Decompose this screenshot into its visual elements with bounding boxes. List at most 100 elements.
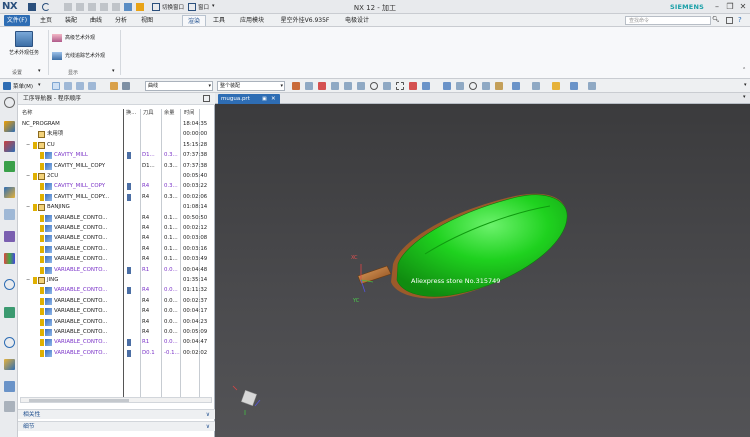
operation-row[interactable]: VARIABLE_CONTO... R4 0.1... 00:02:12 [18,223,207,233]
history-icon[interactable] [4,307,15,318]
tab-application[interactable]: 应用模块 [234,15,270,26]
help-icon[interactable]: ? [738,16,742,24]
toolbar-overflow-icon[interactable]: ▾ [744,82,747,88]
machine-tool-navigator-icon[interactable] [4,209,15,220]
tree-row[interactable]: 未用项 00:00:00 [18,129,207,139]
tab-electrode-design[interactable]: 电极设计 [340,15,374,26]
general-filter-icon[interactable] [122,82,130,90]
close-button[interactable]: ✕ [738,2,748,12]
tab-curve[interactable]: 曲线 [85,15,107,26]
menu-icon[interactable] [3,82,11,90]
group-expand-icon[interactable]: ▾ [112,68,115,74]
operation-row[interactable]: VARIABLE_CONTO... R4 0.1... 00:03:08 [18,233,207,243]
ray-tracing-artistic-button[interactable]: 光线追踪艺术外观 [52,51,105,61]
feature-group-navigator-icon[interactable] [4,231,15,242]
operation-navigator-icon[interactable] [4,187,15,198]
fit-view-icon[interactable] [443,82,451,90]
operation-row[interactable]: CAVITY_MILL_COPY D1... 0.3... 07:37:38 [18,161,207,171]
operation-row[interactable]: VARIABLE_CONTO... R1 0.0... 00:04:47 [18,337,207,347]
tab-home[interactable]: 主页 [36,15,56,26]
part-navigator-icon[interactable] [4,121,15,132]
collapse-icon[interactable]: − [26,171,33,179]
operation-row[interactable]: VARIABLE_CONTO... R4 0.0... 00:02:37 [18,296,207,306]
search-icon[interactable]: 🔍︎ [712,16,720,23]
assembly-navigator-icon[interactable] [4,141,15,152]
process-studio-icon[interactable] [4,381,15,392]
control-point-icon[interactable] [344,82,352,90]
operation-row[interactable]: VARIABLE_CONTO... R4 0.1... 00:50:50 [18,213,207,223]
command-search-input[interactable]: 查找命令 [625,16,711,25]
tab-render[interactable]: 渲染 [182,15,206,26]
deselect-icon[interactable] [88,82,96,90]
arc-center-icon[interactable] [370,82,378,90]
minimize-button[interactable]: – [712,2,722,12]
operation-row[interactable]: CAVITY_MILL D1... 0.3... 07:37:38 [18,150,207,160]
layer-icon[interactable] [552,82,560,90]
clock-icon[interactable] [4,337,15,348]
orient-view-icon[interactable] [532,82,540,90]
type-filter-dropdown[interactable]: 曲线 ▾ [145,81,213,91]
collapse-icon[interactable]: − [26,275,33,283]
operation-row[interactable]: VARIABLE_CONTO... D0.1 -0.1... 00:02:02 [18,348,207,358]
operation-row[interactable]: VARIABLE_CONTO... R4 0.0... 00:04:23 [18,317,207,327]
select-filter-icon[interactable] [64,82,72,90]
reuse-library-icon[interactable] [4,253,15,264]
constraint-navigator-icon[interactable] [4,161,15,172]
zoom-icon[interactable] [456,82,464,90]
quadrant-icon[interactable] [383,82,391,90]
column-tool-change[interactable]: 换... [126,109,136,118]
column-time[interactable]: 时间 [184,109,194,118]
tab-view[interactable]: 视图 [136,15,158,26]
settings-gear-icon[interactable] [4,97,15,108]
menu-button[interactable]: 菜单(M) [13,82,33,90]
pan-icon[interactable] [482,82,490,90]
program-group-row[interactable]: − 2CU 00:05:40 [18,171,207,181]
restore-button[interactable]: ❐ [725,2,735,12]
ribbon-collapse-icon[interactable]: ⌃ [742,67,746,73]
clip-section-icon[interactable] [570,82,578,90]
tree-row[interactable]: NC_PROGRAM 18:04:35 [18,119,207,129]
tab-part-file[interactable]: mugua.prt ▣ ✕ [218,94,280,104]
web-browser-icon[interactable] [4,279,15,290]
operation-row[interactable]: VARIABLE_CONTO... R4 0.0... 00:05:09 [18,327,207,337]
endpoint-icon[interactable] [318,82,326,90]
navigator-maximize-icon[interactable] [203,95,210,102]
operation-row[interactable]: CAVITY_MILL_COPY... R4 0.3... 00:02:06 [18,192,207,202]
system-materials-icon[interactable] [4,359,15,370]
group-expand-icon[interactable]: ▾ [38,68,41,74]
operation-row[interactable]: VARIABLE_CONTO... R1 0.0... 00:04:48 [18,265,207,275]
tab-list-icon[interactable]: ▾ [743,94,746,100]
details-panel-header[interactable]: 细节 ∨ [18,421,215,431]
scrollbar-thumb[interactable] [29,399,129,402]
dependencies-panel-header[interactable]: 相关性 ∨ [18,409,215,419]
advanced-artistic-appearance-button[interactable]: 高级艺术外观 [52,33,95,43]
select-all-icon[interactable] [76,82,84,90]
program-group-row[interactable]: − JING 01:35:14 [18,275,207,285]
snap-icon[interactable] [292,82,300,90]
close-tab-icon[interactable]: ✕ [271,94,276,104]
point-on-curve-icon[interactable] [409,82,417,90]
roles-icon[interactable] [4,401,15,412]
program-group-row[interactable]: − BANJING 01:08:14 [18,202,207,212]
point-on-face-icon[interactable] [422,82,430,90]
tab-tools[interactable]: 工具 [208,15,230,26]
artistic-appearance-task-button[interactable]: 艺术外观任务 [4,30,44,66]
column-stock[interactable]: 余量 [164,109,174,118]
layout-icon[interactable] [726,17,733,24]
more-tools-icon[interactable] [588,82,596,90]
tab-file[interactable]: 文件(F) [4,15,30,26]
operation-row[interactable]: VARIABLE_CONTO... R4 0.1... 00:03:16 [18,244,207,254]
menu-dropdown-arrow-icon[interactable]: ▾ [38,82,41,88]
column-tool[interactable]: 刀具 [143,109,153,118]
existing-point-icon[interactable] [396,82,404,90]
graphics-viewport[interactable]: XC YC Aliexpress store No.315749 [215,104,750,437]
assembly-filter-dropdown[interactable]: 整个装配 ▾ [217,81,285,91]
column-name[interactable]: 名称 [22,109,32,118]
tab-assembly[interactable]: 装配 [60,15,82,26]
intersection-icon[interactable] [357,82,365,90]
collapse-icon[interactable]: − [26,202,33,210]
rotate-icon[interactable] [469,82,477,90]
snap-point-icon[interactable] [305,82,313,90]
horizontal-scrollbar[interactable] [20,397,212,403]
render-style-icon[interactable] [512,82,520,90]
